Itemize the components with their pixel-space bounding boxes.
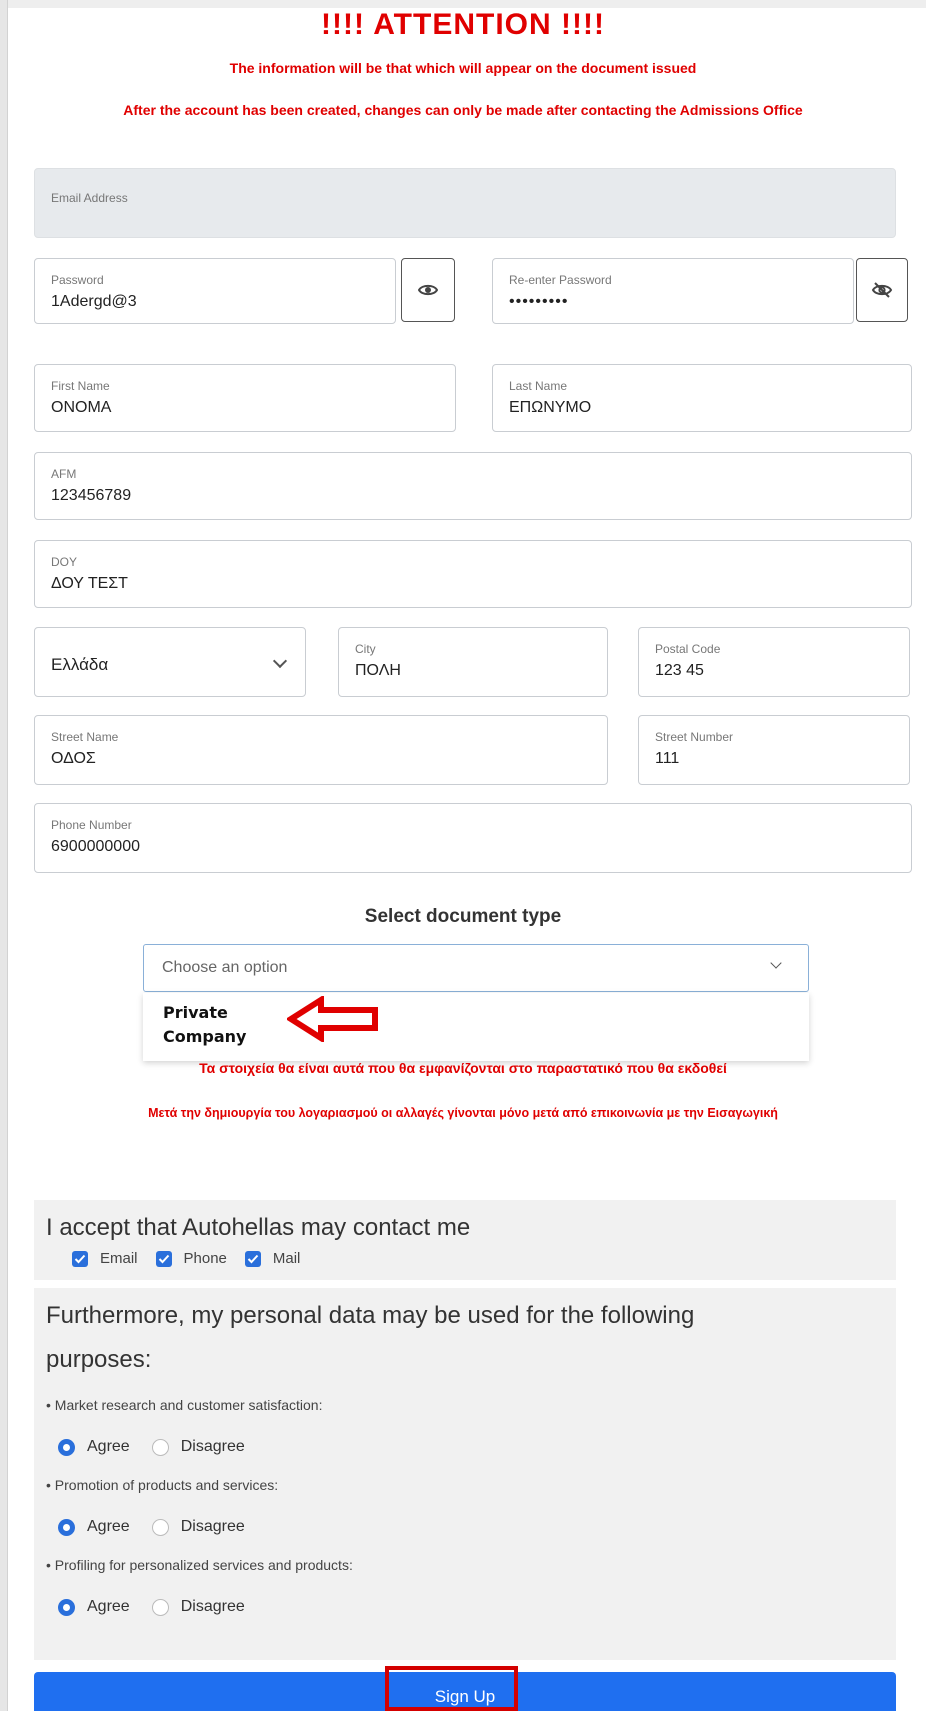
- mail-checkbox[interactable]: Mail: [244, 1250, 301, 1267]
- email-checkbox[interactable]: Email: [72, 1250, 138, 1267]
- first-name-label: First Name: [51, 379, 110, 393]
- password-value: 1Adergd@3: [51, 293, 137, 310]
- contact-options: Email Phone Mail: [72, 1250, 318, 1267]
- checkbox-icon: [72, 1250, 88, 1267]
- last-name-field[interactable]: Last Name ΕΠΩΝΥΜΟ: [492, 364, 912, 432]
- agree-label: Agree: [87, 1518, 130, 1535]
- street-name-value: ΟΔΟΣ: [51, 750, 96, 767]
- checkbox-icon: [155, 1250, 172, 1267]
- document-type-select[interactable]: Choose an option: [143, 944, 809, 992]
- country-select[interactable]: Ελλάδα: [34, 627, 306, 697]
- greek-warning-document: Τα στοιχεία θα είναι αυτά που θα εμφανίζ…: [199, 1060, 727, 1076]
- agree-label: Agree: [87, 1438, 130, 1455]
- first-name-value: ONOMA: [51, 399, 112, 416]
- window-top-edge: [0, 0, 926, 8]
- radio-empty-icon: [151, 1438, 169, 1456]
- postal-code-field[interactable]: Postal Code 123 45: [638, 627, 910, 697]
- street-number-value: 111: [655, 750, 680, 767]
- option-company-label: Company: [163, 1027, 247, 1046]
- disagree-label: Disagree: [180, 1438, 245, 1455]
- disagree-label: Disagree: [180, 1598, 245, 1615]
- last-name-value: ΕΠΩΝΥΜΟ: [509, 399, 592, 416]
- eye-off-icon: [871, 282, 893, 298]
- radio-selected-icon: [58, 1438, 75, 1456]
- doy-value: ΔΟΥ ΤΕΣΤ: [51, 575, 128, 592]
- phone-checkbox[interactable]: Phone: [155, 1250, 227, 1267]
- street-name-field[interactable]: Street Name ΟΔΟΣ: [34, 715, 608, 785]
- afm-field[interactable]: AFM 123456789: [34, 452, 912, 520]
- doy-label: DOY: [51, 555, 78, 569]
- window-left-edge: [0, 0, 8, 1711]
- afm-value: 123456789: [51, 487, 132, 504]
- purpose-profiling: • Profiling for personalized services an…: [46, 1557, 353, 1573]
- promotion-radio-group: Agree Disagree: [58, 1518, 267, 1536]
- password-field[interactable]: Password 1Adergd@3: [34, 258, 396, 324]
- street-number-field[interactable]: Street Number 111: [638, 715, 910, 785]
- eye-icon: [418, 284, 438, 296]
- street-number-label: Street Number: [655, 730, 734, 744]
- city-field[interactable]: City ΠΟΛΗ: [338, 627, 608, 697]
- last-name-label: Last Name: [509, 379, 568, 393]
- password-label: Password: [51, 273, 104, 287]
- data-usage-title-line2: purposes:: [46, 1346, 152, 1373]
- toggle-reenter-password-button[interactable]: [856, 258, 908, 322]
- radio-selected-icon: [58, 1598, 75, 1616]
- market-research-agree-radio[interactable]: Agree: [58, 1438, 130, 1456]
- option-private-label: Private: [163, 1003, 228, 1022]
- radio-selected-icon: [58, 1518, 75, 1536]
- radio-empty-icon: [151, 1598, 169, 1616]
- doy-field[interactable]: DOY ΔΟΥ ΤΕΣΤ: [34, 540, 912, 608]
- profiling-radio-group: Agree Disagree: [58, 1598, 267, 1616]
- chevron-down-icon: [770, 957, 782, 969]
- country-value: Ελλάδα: [51, 655, 109, 674]
- promotion-disagree-radio[interactable]: Disagree: [151, 1518, 245, 1536]
- phone-option-label: Phone: [183, 1250, 227, 1267]
- purpose-promotion: • Promotion of products and services:: [46, 1477, 279, 1493]
- reenter-password-label: Re-enter Password: [509, 273, 612, 287]
- contact-consent-box: I accept that Autohellas may contact me …: [34, 1200, 896, 1280]
- email-label: Email Address: [51, 191, 128, 205]
- phone-number-field[interactable]: Phone Number 6900000000: [34, 803, 912, 873]
- contact-consent-title: I accept that Autohellas may contact me: [46, 1214, 471, 1241]
- agree-label: Agree: [87, 1598, 130, 1615]
- city-value: ΠΟΛΗ: [355, 662, 401, 679]
- document-type-dropdown: Private Company: [143, 993, 809, 1061]
- profiling-disagree-radio[interactable]: Disagree: [151, 1598, 245, 1616]
- left-arrow-icon: [287, 996, 378, 1042]
- phone-number-value: 6900000000: [51, 838, 140, 855]
- attention-heading: !!!! ATTENTION !!!!: [321, 8, 605, 41]
- greek-warning-changes: Μετά την δημιουργία του λογαριασμού οι α…: [148, 1106, 778, 1120]
- profiling-agree-radio[interactable]: Agree: [58, 1598, 130, 1616]
- postal-code-value: 123 45: [655, 662, 704, 679]
- radio-empty-icon: [151, 1518, 169, 1536]
- postal-code-label: Postal Code: [655, 642, 721, 656]
- show-password-button[interactable]: [401, 258, 455, 322]
- reenter-password-value: •••••••••: [509, 293, 569, 310]
- mail-option-label: Mail: [272, 1250, 301, 1267]
- document-type-title: Select document type: [364, 906, 562, 927]
- option-private-company[interactable]: Private Company: [163, 1001, 246, 1049]
- email-field[interactable]: Email Address: [34, 168, 896, 238]
- disagree-label: Disagree: [180, 1518, 245, 1535]
- data-usage-box: Furthermore, my personal data may be use…: [34, 1288, 896, 1660]
- warning-account-changes: After the account has been created, chan…: [123, 102, 803, 118]
- promotion-agree-radio[interactable]: Agree: [58, 1518, 130, 1536]
- city-label: City: [355, 642, 376, 656]
- street-name-label: Street Name: [51, 730, 119, 744]
- email-option-label: Email: [100, 1250, 138, 1267]
- checkbox-icon: [244, 1250, 261, 1267]
- first-name-field[interactable]: First Name ONOMA: [34, 364, 456, 432]
- market-research-radio-group: Agree Disagree: [58, 1438, 267, 1456]
- document-type-placeholder: Choose an option: [162, 959, 288, 976]
- warning-document-info: The information will be that which will …: [229, 60, 697, 76]
- phone-number-label: Phone Number: [51, 818, 132, 832]
- market-research-disagree-radio[interactable]: Disagree: [151, 1438, 245, 1456]
- reenter-password-field[interactable]: Re-enter Password •••••••••: [492, 258, 854, 324]
- sign-up-highlight-box: [385, 1666, 518, 1711]
- data-usage-title-line1: Furthermore, my personal data may be use…: [46, 1302, 695, 1329]
- chevron-down-icon: [272, 653, 288, 669]
- afm-label: AFM: [51, 467, 77, 481]
- purpose-market-research: • Market research and customer satisfact…: [46, 1397, 323, 1413]
